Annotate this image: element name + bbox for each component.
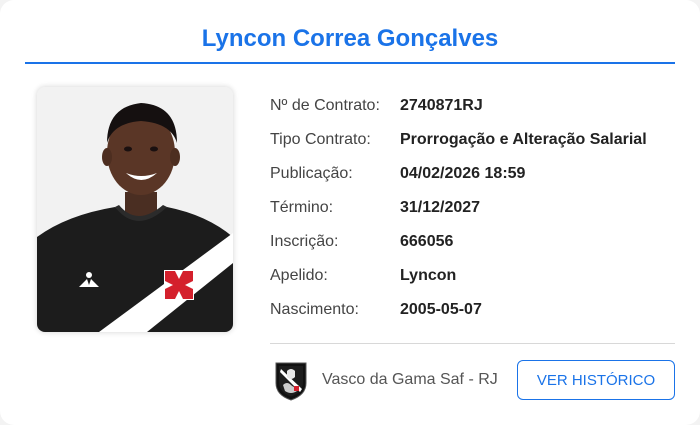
footer-divider bbox=[270, 343, 675, 344]
detail-label: Apelido: bbox=[270, 267, 328, 284]
view-history-button[interactable]: VER HISTÓRICO bbox=[517, 360, 675, 400]
detail-value: Prorrogação e Alteração Salarial bbox=[400, 131, 647, 148]
player-photo bbox=[37, 87, 233, 332]
detail-value: Lyncon bbox=[400, 267, 457, 284]
vasco-crest-icon bbox=[273, 359, 309, 401]
detail-label: Nº de Contrato: bbox=[270, 97, 380, 114]
detail-value: 04/02/2026 18:59 bbox=[400, 165, 526, 182]
detail-row-end-date: Término: 31/12/2027 bbox=[270, 196, 680, 220]
detail-row-registration: Inscrição: 666056 bbox=[270, 230, 680, 254]
detail-row-nickname: Apelido: Lyncon bbox=[270, 264, 680, 288]
detail-row-contract-number: Nº de Contrato: 2740871RJ bbox=[270, 94, 680, 118]
contract-card: Lyncon Correa Gonçalves Nº de Contrato: … bbox=[0, 0, 700, 425]
player-name: Lyncon Correa Gonçalves bbox=[201, 25, 499, 52]
detail-value: 31/12/2027 bbox=[400, 199, 481, 216]
detail-label: Inscrição: bbox=[270, 233, 339, 250]
detail-label: Término: bbox=[270, 199, 334, 216]
detail-value: 2005-05-07 bbox=[400, 301, 482, 318]
detail-value: 2740871RJ bbox=[400, 97, 483, 114]
detail-label: Publicação: bbox=[270, 165, 353, 182]
detail-row-contract-type: Tipo Contrato: Prorrogação e Alteração S… bbox=[270, 128, 680, 152]
detail-label: Tipo Contrato: bbox=[270, 131, 371, 148]
detail-row-publication: Publicação: 04/02/2026 18:59 bbox=[270, 162, 680, 186]
title-divider bbox=[25, 62, 675, 64]
detail-value: 666056 bbox=[400, 233, 454, 250]
club-name: Vasco da Gama Saf - RJ bbox=[322, 371, 498, 388]
detail-label: Nascimento: bbox=[270, 301, 359, 318]
detail-row-birth-date: Nascimento: 2005-05-07 bbox=[270, 298, 680, 322]
